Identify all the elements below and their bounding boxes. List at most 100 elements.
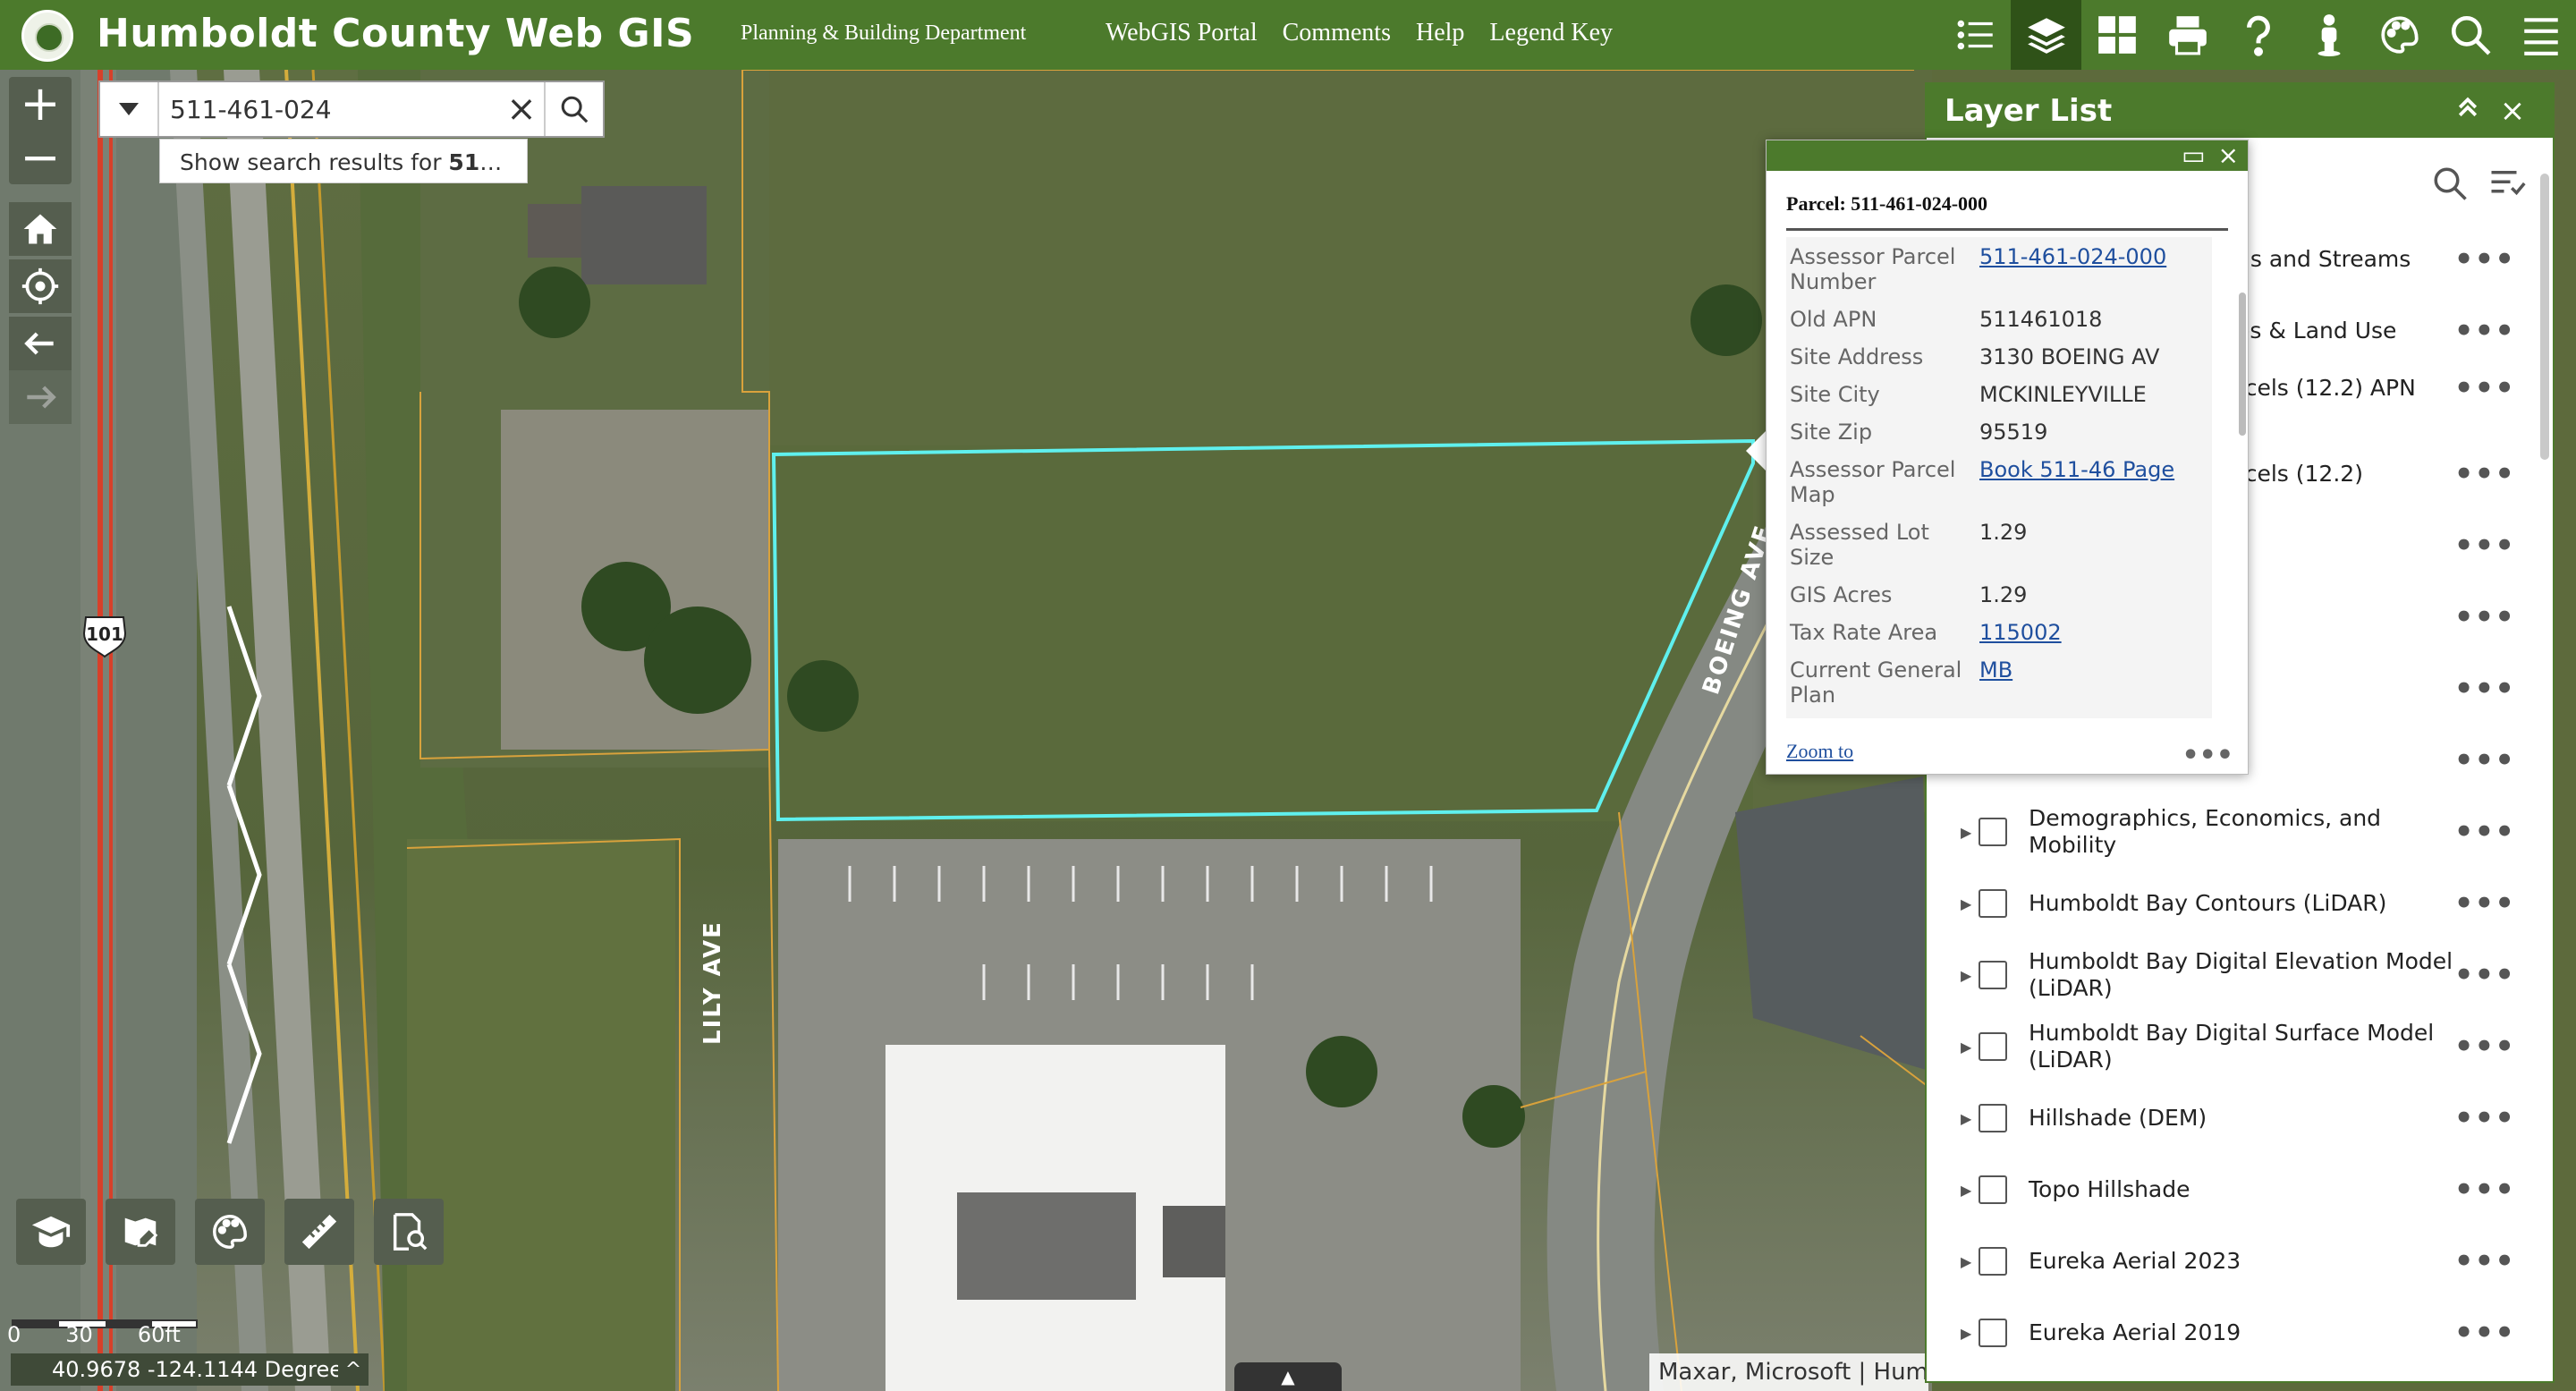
education-tool-button[interactable]: [16, 1199, 86, 1265]
general-plan-link[interactable]: MB: [1979, 657, 2012, 708]
popup-more-button[interactable]: •••: [2182, 740, 2233, 771]
layer-options-button[interactable]: •••: [2454, 1315, 2515, 1351]
help-icon[interactable]: [2223, 0, 2293, 70]
search-icon[interactable]: [2435, 0, 2505, 70]
layer-list-scroll-thumb[interactable]: [2540, 174, 2549, 460]
expand-caret-icon[interactable]: ▶: [1927, 967, 1971, 984]
layer-visibility-checkbox[interactable]: [1979, 1032, 2007, 1061]
double-chevron-up-icon: [2458, 97, 2478, 117]
search-input[interactable]: [159, 82, 499, 136]
next-extent-button[interactable]: [9, 370, 72, 424]
expand-caret-icon[interactable]: ▶: [1927, 1253, 1971, 1270]
maximize-icon[interactable]: ▭: [2182, 143, 2205, 168]
layer-row[interactable]: ▶ Topo Hillshade •••: [1927, 1154, 2531, 1226]
layer-row[interactable]: ▶ Hillshade (DEM) •••: [1927, 1082, 2531, 1154]
layer-options-button[interactable]: •••: [2454, 814, 2515, 850]
expand-caret-icon[interactable]: ▶: [1927, 1182, 1971, 1199]
apn-link[interactable]: 511-461-024-000: [1979, 244, 2166, 294]
layer-options-button[interactable]: •••: [2454, 456, 2515, 492]
tax-rate-area-link[interactable]: 115002: [1979, 620, 2062, 645]
attribute-row: Site Zip 95519: [1790, 420, 2048, 445]
layer-options-button[interactable]: •••: [2454, 671, 2515, 707]
zoom-to-link[interactable]: Zoom to: [1786, 740, 1853, 771]
layer-visibility-checkbox[interactable]: [1979, 961, 2007, 989]
search-icon[interactable]: [2431, 165, 2469, 202]
layer-row[interactable]: ▶ Humboldt Bay Digital Elevation Model (…: [1927, 939, 2531, 1011]
palette-icon[interactable]: [2364, 0, 2435, 70]
expand-caret-icon[interactable]: ▶: [1927, 1110, 1971, 1127]
query-tool-button[interactable]: [374, 1199, 444, 1265]
filter-list-icon[interactable]: [2488, 165, 2526, 202]
layer-options-button[interactable]: •••: [2454, 886, 2515, 921]
measure-tool-button[interactable]: [284, 1199, 354, 1265]
layer-row[interactable]: ▶ Eureka Aerial 2023 •••: [1927, 1226, 2531, 1297]
layer-options-button[interactable]: •••: [2454, 1100, 2515, 1136]
search-submit-button[interactable]: [544, 82, 603, 136]
previous-extent-button[interactable]: [9, 317, 72, 370]
clear-search-button[interactable]: ×: [499, 82, 544, 136]
attribute-row: Old APN 511461018: [1790, 307, 2103, 332]
layer-list-tools: [2431, 165, 2526, 202]
layer-visibility-checkbox[interactable]: [1979, 1175, 2007, 1204]
expand-caret-icon[interactable]: ▶: [1927, 895, 1971, 912]
layer-row[interactable]: ▶ Humboldt Bay Digital Surface Model (Li…: [1927, 1011, 2531, 1082]
layer-options-button[interactable]: •••: [2454, 1243, 2515, 1279]
popup-titlebar: ▭ ×: [1767, 140, 2248, 171]
layer-row[interactable]: ▶ Humboldt Bay Contours (LiDAR) •••: [1927, 868, 2531, 939]
parcel-popup: ▭ × Parcel: 511-461-024-000 Assessor Par…: [1766, 140, 2249, 775]
link-webgis-portal[interactable]: WebGIS Portal: [1106, 19, 1258, 47]
draw-tool-button[interactable]: [106, 1199, 175, 1265]
expand-caret-icon[interactable]: ▶: [1927, 1325, 1971, 1342]
layer-visibility-checkbox[interactable]: [1979, 1104, 2007, 1132]
department-label: Planning & Building Department: [741, 21, 1027, 45]
zoom-out-button[interactable]: −: [9, 131, 72, 184]
layer-options-button[interactable]: •••: [2454, 313, 2515, 349]
layer-visibility-checkbox[interactable]: [1979, 818, 2007, 846]
layer-row[interactable]: ▶ Eureka Aerial 2019 •••: [1927, 1297, 2531, 1369]
link-legend-key[interactable]: Legend Key: [1489, 19, 1613, 47]
attribute-row: Assessor Parcel Map Book 511-46 Page: [1790, 457, 2175, 507]
search-source-dropdown[interactable]: [100, 82, 159, 136]
layer-visibility-checkbox[interactable]: [1979, 1319, 2007, 1347]
map-draw-icon: [124, 1217, 158, 1247]
chevron-up-icon: ^: [344, 1358, 362, 1381]
layers-icon[interactable]: [2011, 0, 2081, 70]
symbology-tool-button[interactable]: [195, 1199, 265, 1265]
print-icon[interactable]: [2152, 0, 2223, 70]
list-icon[interactable]: [1940, 0, 2011, 70]
parcel-map-link[interactable]: Book 511-46 Page: [1979, 457, 2174, 507]
close-panel-button[interactable]: ×: [2490, 93, 2535, 129]
menu-icon[interactable]: [2505, 0, 2576, 70]
expand-caret-icon[interactable]: ▶: [1927, 824, 1971, 841]
expand-caret-icon[interactable]: ▶: [1927, 1039, 1971, 1056]
header-toolbar: [1940, 0, 2576, 70]
layer-options-button[interactable]: •••: [2454, 528, 2515, 564]
layer-options-button[interactable]: •••: [2454, 742, 2515, 778]
layer-options-button[interactable]: •••: [2454, 370, 2515, 406]
locate-button[interactable]: [9, 259, 72, 313]
layer-options-button[interactable]: •••: [2454, 599, 2515, 635]
layer-visibility-checkbox[interactable]: [1979, 889, 2007, 918]
layer-visibility-checkbox[interactable]: [1979, 1247, 2007, 1276]
search-suggestion[interactable]: Show search results for 511...: [159, 139, 528, 183]
layer-options-button[interactable]: •••: [2454, 1172, 2515, 1208]
layer-options-button[interactable]: •••: [2454, 1029, 2515, 1064]
layer-row[interactable]: ▶ Demographics, Economics, and Mobility …: [1927, 796, 2531, 868]
layer-options-button[interactable]: •••: [2454, 242, 2515, 277]
attribute-table-toggle[interactable]: ▲: [1234, 1362, 1342, 1391]
basemap-grid-icon[interactable]: [2081, 0, 2152, 70]
zoom-in-button[interactable]: +: [9, 77, 72, 131]
link-help[interactable]: Help: [1416, 19, 1464, 47]
popup-scrollbar[interactable]: [2239, 293, 2246, 436]
home-button[interactable]: [9, 202, 72, 256]
close-icon[interactable]: ×: [2218, 143, 2239, 168]
attribute-row: Assessed Lot Size 1.29: [1790, 520, 2028, 570]
link-comments[interactable]: Comments: [1283, 19, 1391, 47]
street-view-icon[interactable]: [2293, 0, 2364, 70]
layer-options-button[interactable]: •••: [2454, 957, 2515, 993]
coordinate-toggle-button[interactable]: ^: [338, 1353, 369, 1386]
graduation-cap-icon: [31, 1216, 71, 1248]
collapse-panel-button[interactable]: [2445, 93, 2490, 129]
attribute-row: Site Address 3130 BOEING AV: [1790, 344, 2160, 369]
popup-pointer: [1746, 429, 1767, 472]
